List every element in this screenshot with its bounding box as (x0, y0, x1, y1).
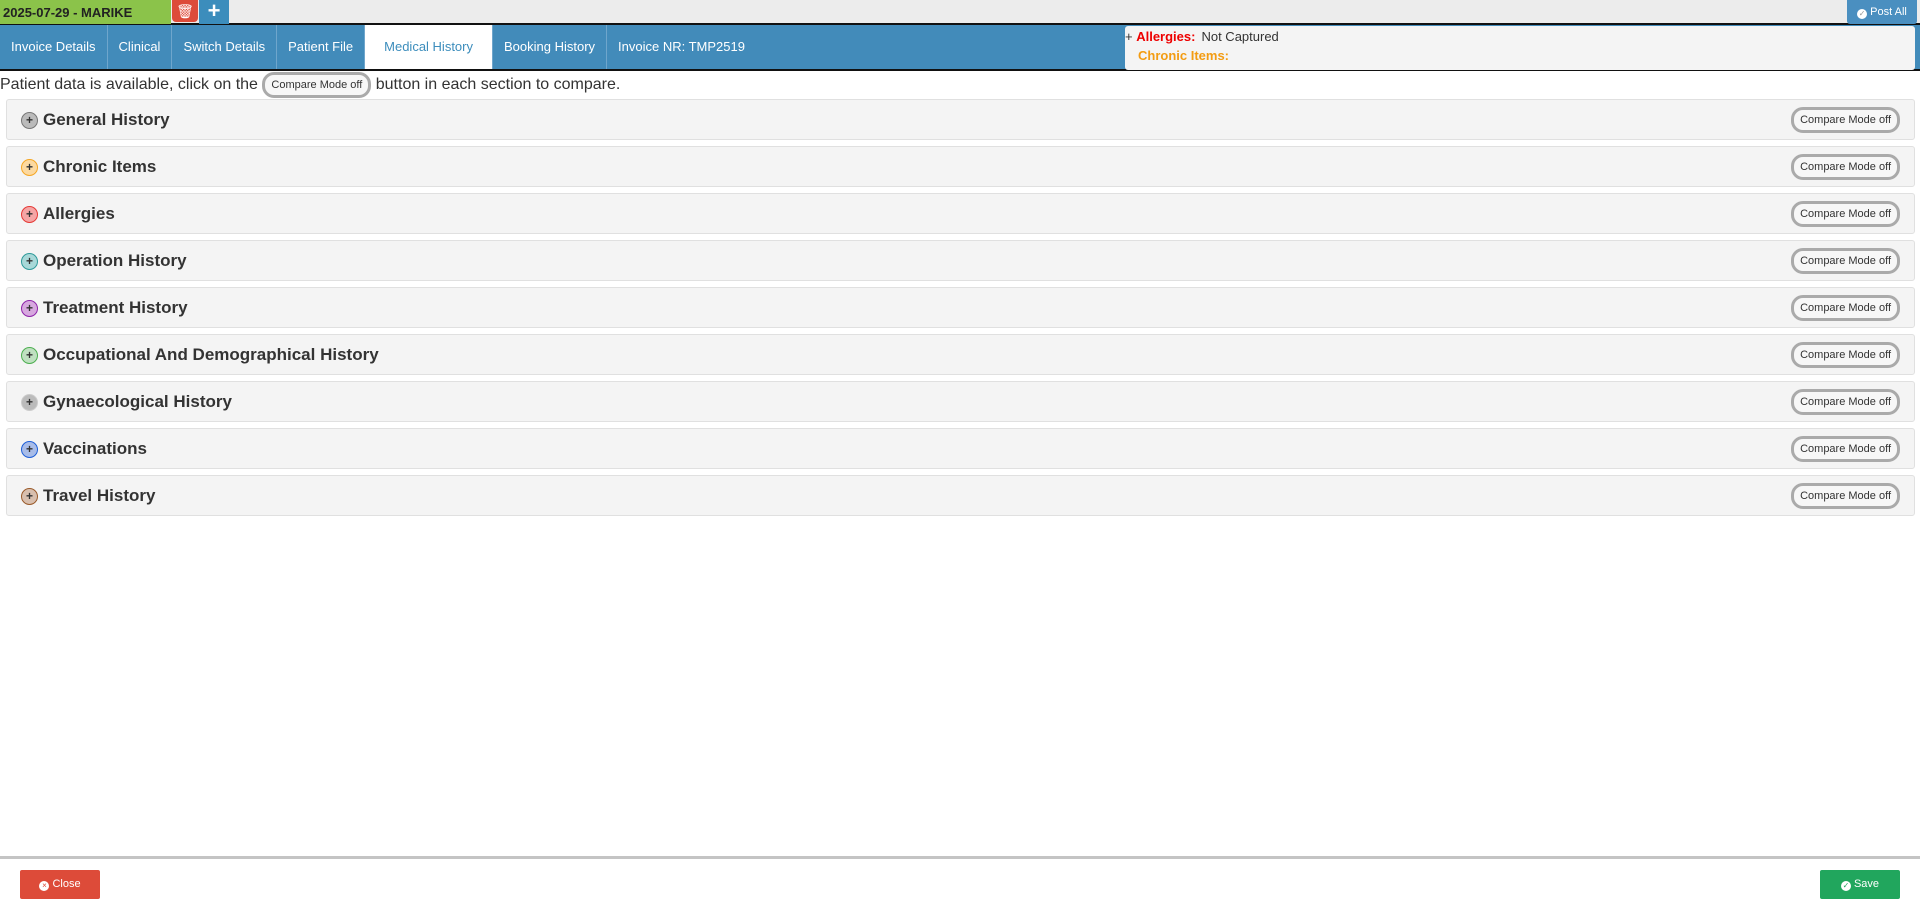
footer-divider (0, 856, 1920, 859)
section-title[interactable]: General History (43, 100, 170, 140)
expand-plus-icon[interactable]: + (21, 441, 38, 458)
save-label: Save (1853, 878, 1880, 890)
section-operation-history[interactable]: + Operation History Compare Mode off (6, 240, 1915, 281)
save-button[interactable]: ✓ Save (1820, 870, 1900, 899)
tab-booking-history[interactable]: Booking History (493, 25, 608, 69)
section-title[interactable]: Operation History (43, 241, 187, 281)
section-title[interactable]: Allergies (43, 194, 115, 234)
post-all-button[interactable]: ✓ Post All (1847, 0, 1917, 24)
compare-mode-button[interactable]: Compare Mode off (1791, 201, 1900, 227)
trash-icon: 🗑 (176, 3, 194, 19)
section-title[interactable]: Gynaecological History (43, 382, 232, 422)
expand-plus-icon[interactable]: + (21, 394, 38, 411)
section-chronic-items[interactable]: + Chronic Items Compare Mode off (6, 146, 1915, 187)
history-sections: + General History Compare Mode off + Chro… (6, 99, 1915, 522)
section-title[interactable]: Occupational And Demographical History (43, 335, 379, 375)
section-vaccinations[interactable]: + Vaccinations Compare Mode off (6, 428, 1915, 469)
expand-plus-icon[interactable]: + (21, 300, 38, 317)
compare-mode-button[interactable]: Compare Mode off (1791, 107, 1900, 133)
section-title[interactable]: Treatment History (43, 288, 188, 328)
section-title[interactable]: Chronic Items (43, 147, 156, 187)
post-all-label: Post All (1870, 6, 1907, 18)
tab-patient-file[interactable]: Patient File (277, 25, 366, 69)
patient-label[interactable]: 2025-07-29 - MARIKE (0, 0, 171, 24)
add-button[interactable]: + (199, 0, 229, 24)
compare-note: Patient data is available, click on the … (0, 72, 620, 98)
section-title[interactable]: Vaccinations (43, 429, 147, 469)
compare-mode-button[interactable]: Compare Mode off (1791, 389, 1900, 415)
close-button[interactable]: × Close (20, 870, 100, 899)
expand-plus-icon[interactable]: + (21, 112, 38, 129)
alerts-panel: + Allergies: Not Captured Chronic Items: (1125, 26, 1915, 70)
close-label: Close (52, 878, 81, 890)
compare-mode-example-button[interactable]: Compare Mode off (262, 72, 372, 98)
note-text-after: button in each section to compare. (375, 76, 621, 94)
compare-mode-button[interactable]: Compare Mode off (1791, 154, 1900, 180)
compare-mode-button[interactable]: Compare Mode off (1791, 483, 1900, 509)
allergies-label: Allergies: (1136, 29, 1196, 44)
section-travel-history[interactable]: + Travel History Compare Mode off (6, 475, 1915, 516)
tab-clinical[interactable]: Clinical (108, 25, 173, 69)
check-circle-icon: ✓ (1840, 881, 1851, 891)
tab-medical-history[interactable]: Medical History (365, 25, 493, 69)
expand-plus-icon[interactable]: + (21, 488, 38, 505)
compare-mode-button[interactable]: Compare Mode off (1791, 436, 1900, 462)
chronic-items-label: Chronic Items: (1138, 48, 1230, 63)
top-bar: 2025-07-29 - MARIKE 🗑 + ✓ Post All (0, 0, 1920, 25)
compare-mode-button[interactable]: Compare Mode off (1791, 342, 1900, 368)
compare-mode-button[interactable]: Compare Mode off (1791, 295, 1900, 321)
delete-button[interactable]: 🗑 (172, 0, 198, 22)
compare-mode-button[interactable]: Compare Mode off (1791, 248, 1900, 274)
invoice-number: Invoice NR: TMP2519 (618, 39, 745, 54)
tab-invoice-details[interactable]: Invoice Details (0, 25, 108, 69)
plus-icon: + (207, 0, 221, 23)
expand-plus-icon[interactable]: + (21, 347, 38, 364)
check-circle-icon: ✓ (1857, 9, 1868, 19)
note-text-before: Patient data is available, click on the (0, 76, 258, 94)
section-allergies[interactable]: + Allergies Compare Mode off (6, 193, 1915, 234)
section-general-history[interactable]: + General History Compare Mode off (6, 99, 1915, 140)
close-circle-icon: × (39, 881, 50, 891)
allergies-value: Not Captured (1201, 29, 1279, 44)
expand-plus-icon[interactable]: + (21, 253, 38, 270)
section-gynaecological-history[interactable]: + Gynaecological History Compare Mode of… (6, 381, 1915, 422)
expand-plus-icon[interactable]: + (21, 206, 38, 223)
section-treatment-history[interactable]: + Treatment History Compare Mode off (6, 287, 1915, 328)
section-occupational-and-demographical-history[interactable]: + Occupational And Demographical History… (6, 334, 1915, 375)
expand-alerts-toggle[interactable]: + (1125, 29, 1133, 44)
expand-plus-icon[interactable]: + (21, 159, 38, 176)
tab-switch-details[interactable]: Switch Details (172, 25, 278, 69)
section-title[interactable]: Travel History (43, 476, 155, 516)
